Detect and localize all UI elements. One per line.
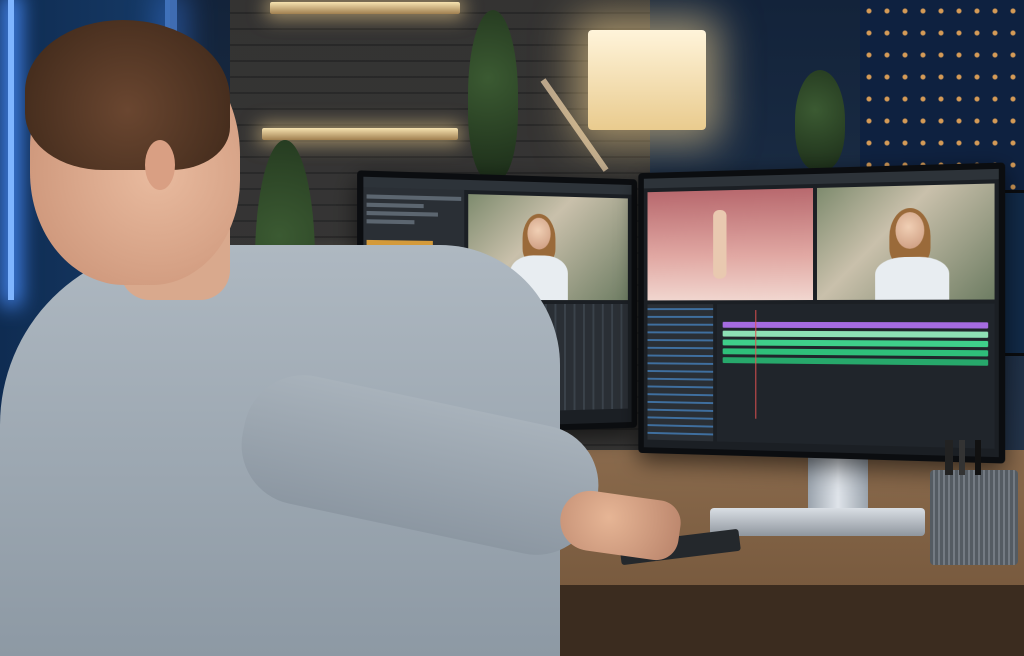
shelf-light-top (270, 2, 460, 14)
neon-strip-left (8, 0, 14, 300)
timeline-track-video-1 (722, 321, 989, 329)
right-lower-area (644, 303, 999, 449)
plant-back (468, 10, 518, 180)
plant-right (795, 70, 845, 170)
shelf-light-middle (262, 128, 458, 140)
playhead (755, 310, 757, 419)
dotted-light-wall (860, 0, 1024, 190)
timeline-track-video-2 (722, 330, 989, 338)
photo-scene (0, 0, 1024, 656)
timeline-track-audio-3 (722, 357, 989, 366)
pen-cup-icon (930, 470, 1018, 565)
source-viewer (647, 188, 814, 301)
program-viewer (816, 183, 995, 300)
timeline-track-audio-2 (722, 348, 989, 357)
effects-panel (647, 304, 714, 442)
timeline-track-audio-1 (722, 339, 989, 348)
person-ear (145, 140, 175, 190)
right-viewers (644, 179, 999, 304)
timeline-panel (716, 303, 995, 449)
right-monitor-base (710, 508, 925, 536)
desk-lamp-icon (588, 30, 706, 130)
right-monitor (638, 162, 1006, 464)
pens (945, 440, 1005, 475)
